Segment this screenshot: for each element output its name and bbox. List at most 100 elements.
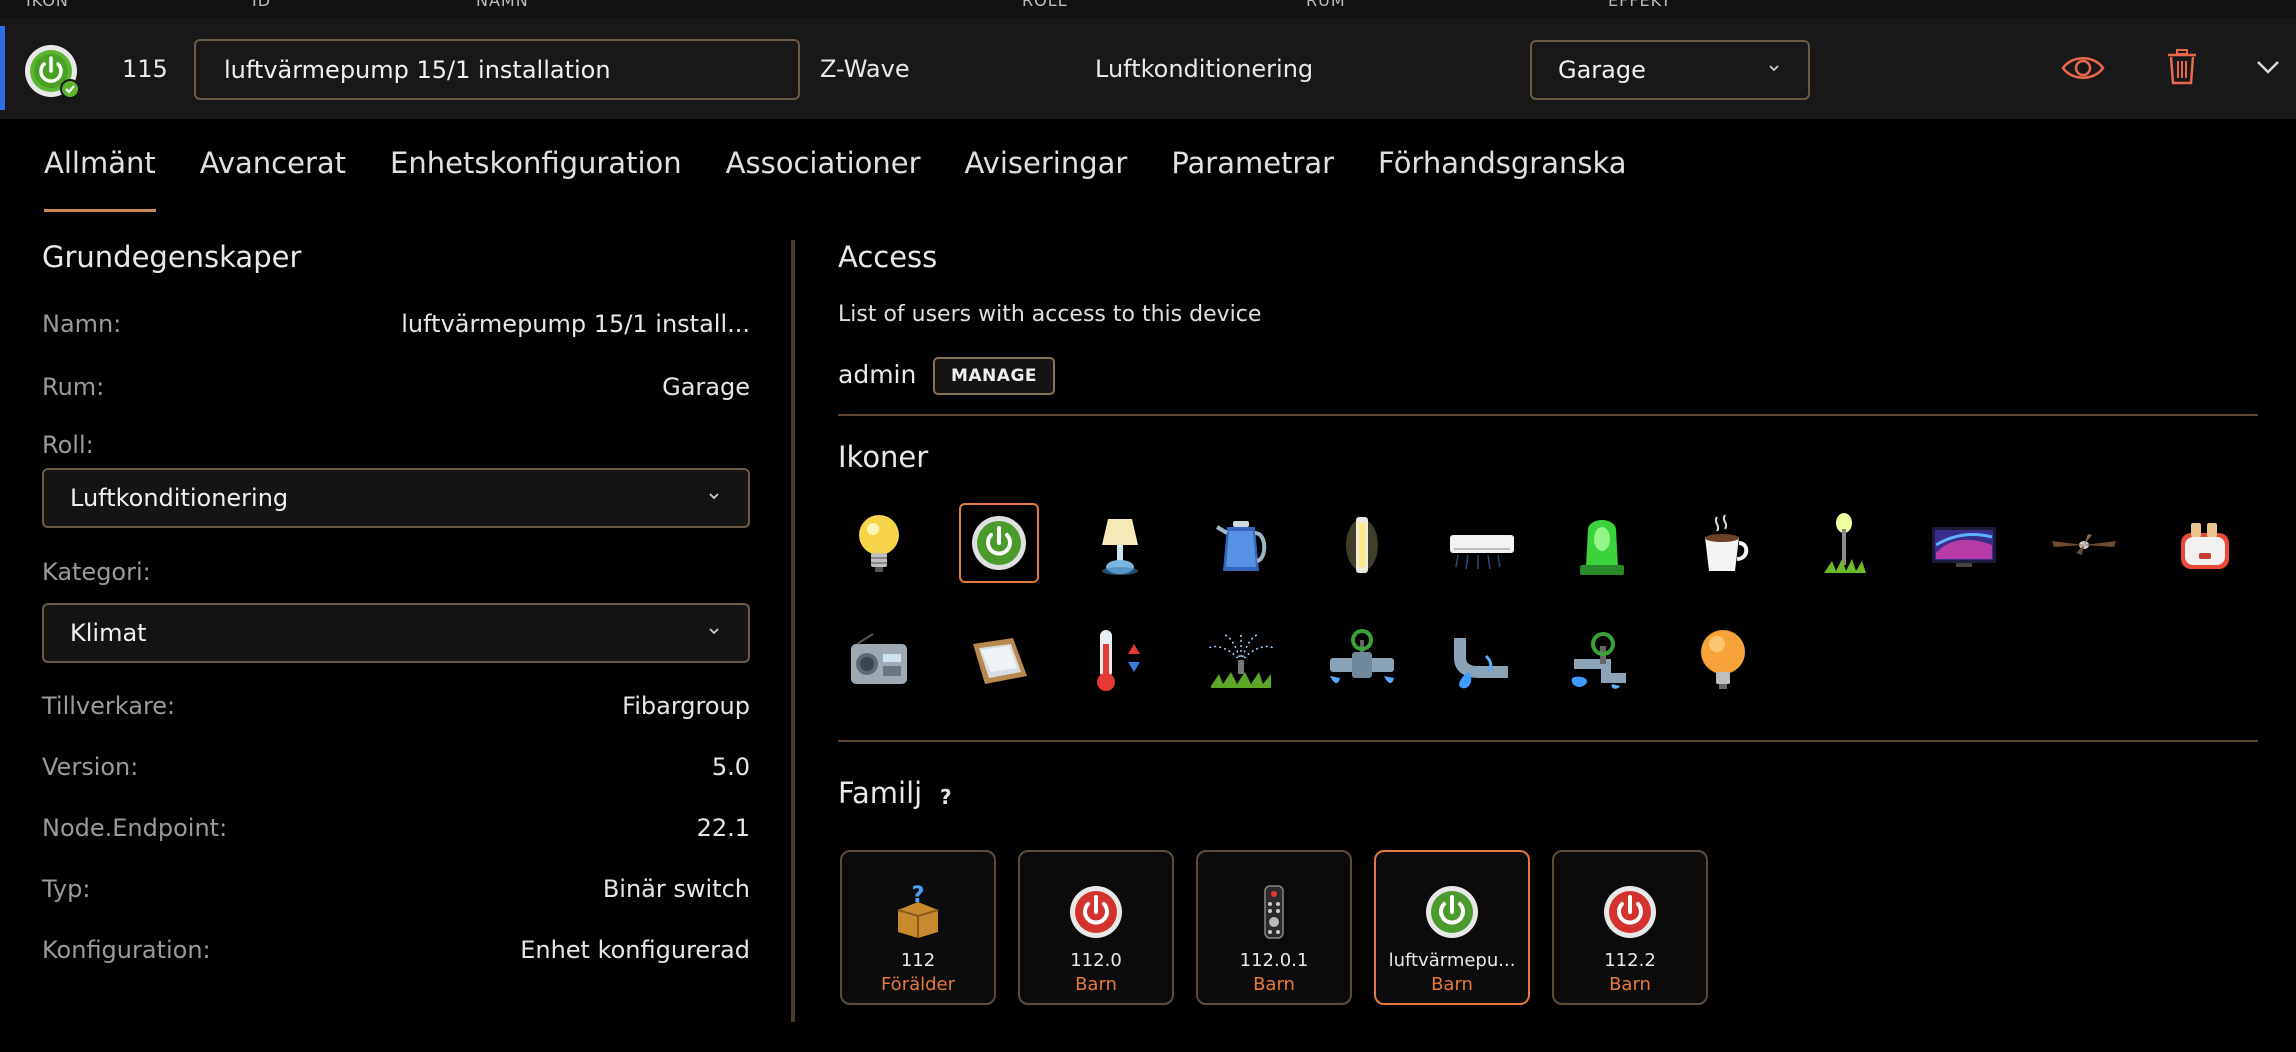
- trash-icon[interactable]: [2166, 48, 2198, 86]
- col-id[interactable]: ID: [252, 0, 271, 10]
- property-value: Garage: [662, 373, 750, 401]
- tab-preview[interactable]: Förhandsgranska: [1378, 142, 1627, 212]
- chevron-down-icon: [709, 493, 719, 500]
- family-member-role: Barn: [1431, 974, 1473, 995]
- family-member-role: Barn: [1253, 974, 1295, 995]
- help-icon[interactable]: ?: [940, 785, 952, 809]
- eye-icon[interactable]: [2060, 52, 2106, 84]
- property-label: Node.Endpoint:: [42, 814, 228, 842]
- family-member-id: 112.0: [1070, 950, 1122, 971]
- role-select[interactable]: Luftkonditionering: [42, 468, 750, 528]
- property-version: Version: 5.0: [42, 753, 750, 787]
- garden-lamp-icon[interactable]: [1804, 505, 1884, 585]
- tab-general[interactable]: Allmänt: [44, 142, 156, 212]
- sprinkler-icon[interactable]: [1201, 620, 1281, 700]
- property-endpoint: Node.Endpoint: 22.1: [42, 814, 750, 848]
- water-valve-icon[interactable]: [1562, 620, 1642, 700]
- property-room: Rum: Garage: [42, 373, 750, 407]
- property-name: Namn: luftvärmepump 15/1 install...: [42, 310, 750, 344]
- thermostat-icon[interactable]: [1080, 620, 1160, 700]
- access-subtitle: List of users with access to this device: [838, 302, 1262, 327]
- ceiling-fan-icon[interactable]: [2044, 505, 2124, 585]
- family-title: Familj: [838, 776, 923, 810]
- access-user: admin: [838, 360, 917, 389]
- roof-window-icon[interactable]: [959, 620, 1039, 700]
- icons-title: Ikoner: [838, 440, 929, 474]
- power-button-icon[interactable]: [959, 503, 1039, 583]
- wall-light-icon[interactable]: [1322, 505, 1402, 585]
- role-label: Roll:: [42, 431, 94, 459]
- role-select-value: Luftkonditionering: [70, 484, 289, 512]
- panel-divider: [791, 240, 795, 1022]
- family-member-card[interactable]: 112.0 Barn: [1018, 850, 1174, 1005]
- device-protocol: Z-Wave: [820, 55, 910, 83]
- power-button-green-icon: [25, 45, 80, 99]
- col-name[interactable]: NAMN: [476, 0, 529, 10]
- tab-advanced[interactable]: Avancerat: [200, 142, 346, 212]
- radio-icon[interactable]: [839, 620, 919, 700]
- property-value: Enhet konfigurerad: [520, 936, 750, 964]
- family-member-role: Barn: [1075, 974, 1117, 995]
- property-type: Typ: Binär switch: [42, 875, 750, 909]
- property-value: 5.0: [711, 753, 750, 781]
- room-select[interactable]: Garage: [1530, 40, 1810, 100]
- property-value: Fibargroup: [622, 692, 750, 720]
- manage-button[interactable]: MANAGE: [933, 357, 1055, 395]
- property-label: Version:: [42, 753, 139, 781]
- coffee-cup-icon[interactable]: [1683, 505, 1763, 585]
- family-member-card[interactable]: 112.2 Barn: [1552, 850, 1708, 1005]
- property-configuration: Konfiguration: Enhet konfigurerad: [42, 936, 750, 970]
- unknown-box-icon: ?: [897, 884, 939, 938]
- col-icon[interactable]: IKON: [26, 0, 69, 10]
- row-selected-marker: [0, 26, 5, 110]
- tv-icon[interactable]: [1924, 505, 2004, 585]
- tab-parameters[interactable]: Parametrar: [1171, 142, 1334, 212]
- tab-device-config[interactable]: Enhetskonfiguration: [390, 142, 682, 212]
- alarm-beacon-icon[interactable]: [1562, 505, 1642, 585]
- section-title: Grundegenskaper: [42, 240, 302, 274]
- access-title: Access: [838, 240, 938, 274]
- family-member-id: 112.2: [1604, 950, 1656, 971]
- property-label: Namn:: [42, 310, 122, 338]
- orange-bulb-icon[interactable]: [1683, 620, 1763, 700]
- family-member-card[interactable]: 112.0.1 Barn: [1196, 850, 1352, 1005]
- section-divider: [838, 740, 2258, 742]
- tab-notifications[interactable]: Aviseringar: [965, 142, 1128, 212]
- air-conditioner-icon[interactable]: [1442, 505, 1522, 585]
- category-select[interactable]: Klimat: [42, 603, 750, 663]
- property-value: Binär switch: [602, 875, 750, 903]
- svg-text:?: ?: [912, 884, 925, 908]
- tab-associations[interactable]: Associationer: [726, 142, 921, 212]
- light-bulb-icon[interactable]: [839, 505, 919, 585]
- device-row[interactable]: 115 luftvärmepump 15/1 installation Z-Wa…: [0, 20, 2296, 119]
- family-member-id: 112: [900, 950, 936, 971]
- property-label: Konfiguration:: [42, 936, 211, 964]
- family-member-role: Barn: [1609, 974, 1651, 995]
- kettle-icon[interactable]: [1201, 505, 1281, 585]
- power-button-green-icon: [1426, 886, 1478, 938]
- chevron-down-icon: [709, 628, 719, 635]
- family-member-card[interactable]: luftvärmepu... Barn: [1374, 850, 1530, 1005]
- col-role[interactable]: ROLL: [1022, 0, 1068, 10]
- property-value: 22.1: [696, 814, 750, 842]
- device-name-input[interactable]: luftvärmepump 15/1 installation: [194, 39, 800, 100]
- table-lamp-icon[interactable]: [1080, 505, 1160, 585]
- room-select-value: Garage: [1558, 56, 1646, 84]
- family-member-id: 112.0.1: [1239, 950, 1309, 971]
- category-label: Kategori:: [42, 558, 151, 586]
- water-pipe-icon[interactable]: [1442, 620, 1522, 700]
- device-id: 115: [122, 55, 168, 83]
- chevron-down-icon: [1769, 65, 1779, 72]
- power-button-red-icon: [1604, 886, 1656, 938]
- right-panel: Access List of users with access to this…: [838, 240, 2258, 1020]
- toaster-icon[interactable]: [2165, 505, 2245, 585]
- valve-icon[interactable]: [1322, 620, 1402, 700]
- property-label: Rum:: [42, 373, 105, 401]
- remote-control-icon: [1264, 885, 1284, 939]
- family-member-card[interactable]: ? 112 Förälder: [840, 850, 996, 1005]
- col-room[interactable]: RUM: [1306, 0, 1346, 10]
- col-effect[interactable]: EFFEKT: [1608, 0, 1672, 10]
- chevron-down-icon[interactable]: [2255, 58, 2281, 76]
- category-select-value: Klimat: [70, 619, 147, 647]
- family-member-id: luftvärmepu...: [1388, 950, 1516, 971]
